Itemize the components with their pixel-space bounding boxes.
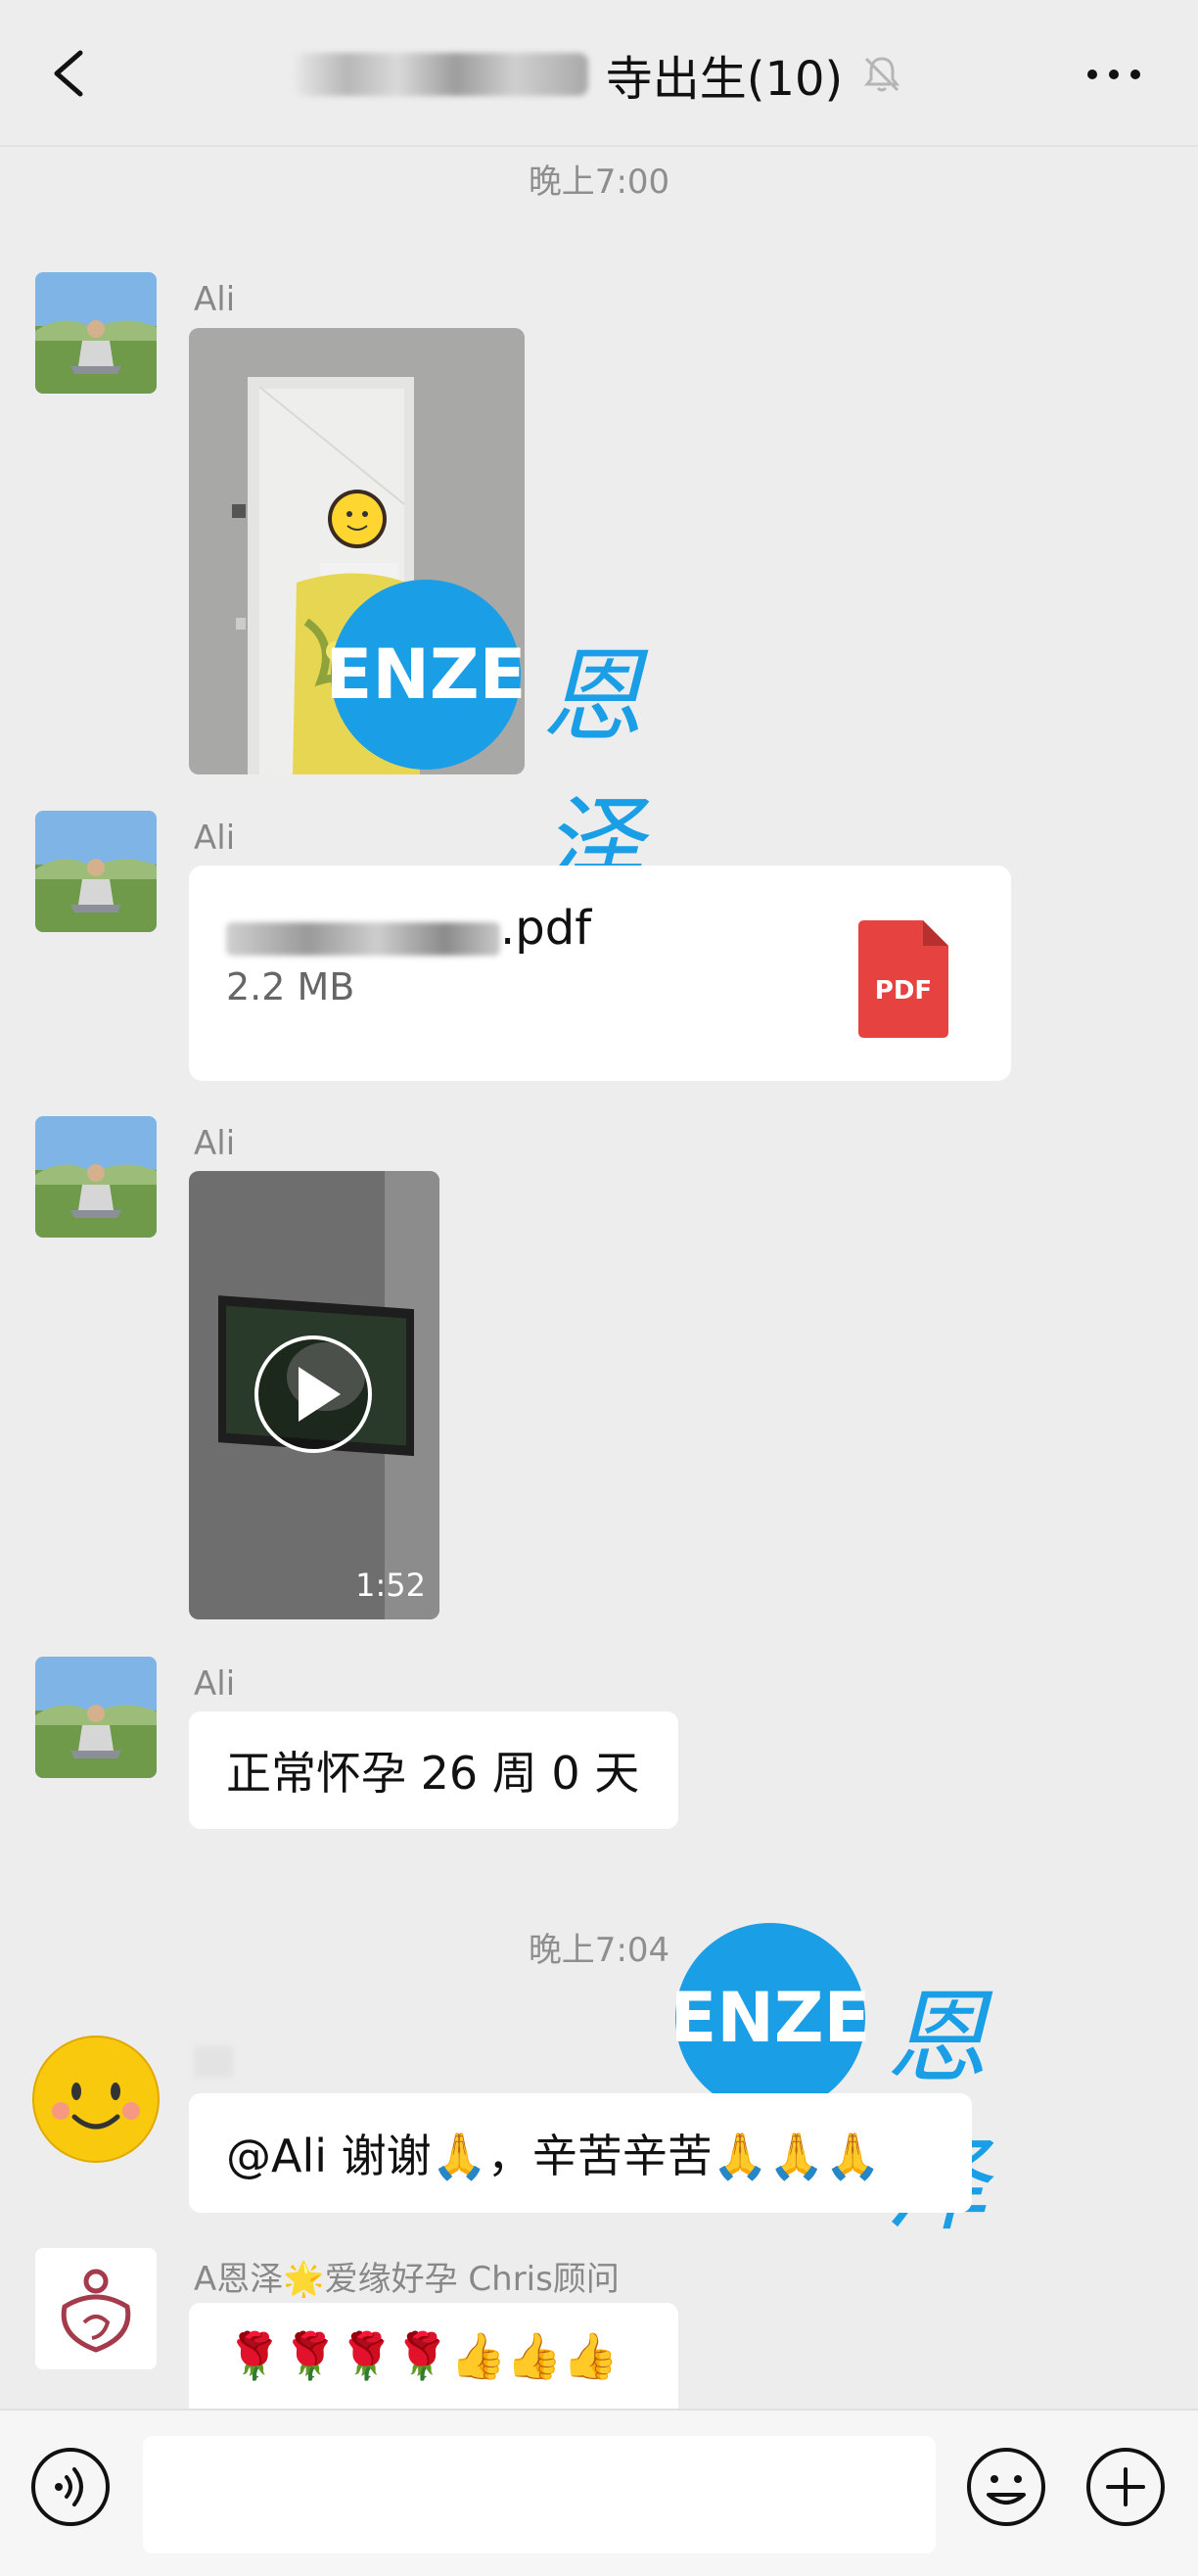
pdf-file-icon: PDF: [858, 920, 948, 1038]
more-dots-icon[interactable]: [1083, 55, 1145, 94]
chat-title-text: 寺出生(10): [605, 52, 844, 107]
redacted-title: [294, 53, 588, 96]
sender-name: A恩泽🌟爱缘好孕 Chris顾问: [194, 2260, 620, 2299]
file-message[interactable]: .pdf 2.2 MB PDF: [189, 866, 1011, 1081]
avatar[interactable]: [35, 2248, 157, 2369]
text-message-bubble[interactable]: @Ali 谢谢🙏，辛苦辛苦🙏🙏🙏: [189, 2093, 972, 2213]
chat-header: 寺出生(10): [0, 0, 1198, 147]
avatar[interactable]: [35, 1657, 157, 1778]
plus-icon[interactable]: [1084, 2446, 1167, 2528]
avatar-landscape-image: [35, 1116, 157, 1238]
message-text: 正常怀孕 26 周 0 天: [226, 1747, 640, 1800]
message-input[interactable]: [143, 2436, 936, 2553]
sender-name: Ali: [194, 1124, 236, 1163]
avatar[interactable]: [32, 2036, 160, 2163]
text-message-bubble[interactable]: 正常怀孕 26 周 0 天: [189, 1711, 678, 1829]
pdf-label: PDF: [875, 976, 932, 1006]
video-thumbnail: [189, 1171, 439, 1619]
smiley-avatar-icon: [32, 2036, 160, 2163]
aiyuan-logo-avatar: [35, 2248, 157, 2369]
avatar[interactable]: [35, 811, 157, 932]
sender-name: Ali: [194, 819, 236, 858]
enze-logo-circle: ENZE: [670, 1923, 871, 2113]
avatar-landscape-image: [35, 272, 157, 394]
avatar-landscape-image: [35, 811, 157, 932]
enze-logo-circle: ENZE: [326, 580, 527, 770]
chat-input-bar: [0, 2409, 1198, 2576]
message-text: 🌹🌹🌹🌹👍👍👍: [226, 2328, 619, 2382]
file-size: 2.2 MB: [226, 965, 355, 1008]
voice-icon[interactable]: [29, 2446, 112, 2528]
video-message[interactable]: 1:52: [189, 1171, 439, 1619]
avatar-landscape-image: [35, 1657, 157, 1778]
redacted-filename: [226, 922, 500, 956]
avatar[interactable]: [35, 272, 157, 394]
text-message-bubble[interactable]: 🌹🌹🌹🌹👍👍👍: [189, 2303, 678, 2409]
message-text: @Ali 谢谢🙏，辛苦辛苦🙏🙏🙏: [226, 2130, 881, 2182]
avatar[interactable]: [35, 1116, 157, 1238]
redacted-sender-name: [194, 2046, 233, 2078]
file-extension: .pdf: [500, 901, 592, 956]
emoji-icon[interactable]: [965, 2446, 1047, 2528]
sender-name: Ali: [194, 280, 236, 319]
timestamp: 晚上7:00: [528, 163, 670, 202]
timestamp: 晚上7:04: [528, 1931, 670, 1970]
sender-name: Ali: [194, 1664, 236, 1704]
enze-chinese-logo: 恩泽: [541, 636, 644, 904]
bell-off-icon: [864, 57, 900, 92]
chat-title: 寺出生(10): [0, 39, 1198, 110]
video-duration: 1:52: [355, 1567, 426, 1604]
